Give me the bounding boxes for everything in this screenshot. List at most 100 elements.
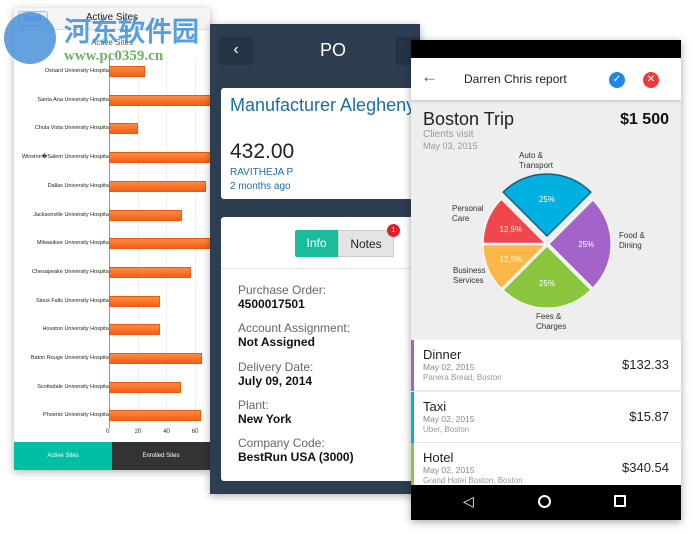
back-arrow-icon[interactable]: ← — [421, 67, 438, 87]
slice-value-label: 25% — [578, 240, 594, 249]
slice-value-label: 25% — [539, 279, 555, 288]
category-label: Houston University Hospital — [42, 326, 110, 333]
trip-total: $1 500 — [620, 111, 669, 128]
nav-home-icon[interactable] — [538, 495, 551, 508]
category-color-bar — [411, 391, 414, 443]
slice-category-label: Business Services — [453, 266, 486, 285]
bar — [109, 238, 210, 250]
field-label: Delivery Date: — [238, 359, 314, 374]
watermark: 河东软件园 www.pc0359.cn — [4, 8, 204, 68]
category-color-bar — [411, 443, 414, 485]
field-value: July 09, 2014 — [238, 373, 313, 388]
category-label: Sioux Falls University Hospital — [36, 297, 110, 304]
bar — [109, 295, 161, 307]
expense-name: Hotel — [423, 450, 454, 465]
x-tick-label: 20 — [134, 429, 142, 435]
bar — [109, 410, 201, 422]
field-label: Plant: — [238, 397, 269, 412]
slice-value-label: 25% — [539, 195, 555, 204]
slice-category-label: Auto & Transport — [519, 151, 553, 170]
category-label: Chula Vista University Hospital — [34, 125, 110, 132]
po-user: RAVITHEJA P — [230, 167, 294, 178]
nav-bar: ◁ — [411, 485, 681, 520]
expense-list: Dinner May 02, 2015 Panera Bread, Boston $1… — [411, 340, 681, 485]
notes-badge: 1 — [387, 224, 400, 237]
expense-place: Grand Hotel Boston, Boston — [423, 476, 523, 485]
expense-place: Uber, Boston — [423, 424, 470, 434]
report-title: Darren Chris report — [464, 72, 567, 86]
approve-check-icon[interactable]: ✓ — [609, 72, 625, 88]
reject-x-icon[interactable]: ✕ — [643, 72, 659, 88]
active-sites-screen: Active Sites Back Active Sites 0204060Ox… — [14, 8, 210, 470]
app-bar: ← Darren Chris report ✓ ✕ — [411, 58, 681, 100]
expense-amount: $15.87 — [629, 408, 669, 424]
x-tick-label: 60 — [191, 429, 199, 435]
divider — [221, 268, 420, 269]
trip-name: Boston Trip — [423, 109, 515, 129]
field-label: Account Assignment: — [238, 321, 351, 336]
tab-notes[interactable]: Notes — [338, 230, 394, 257]
bar — [109, 180, 207, 192]
slice-value-label: 12,5% — [499, 225, 522, 234]
po-details-card: Info Notes 1 Purchase Order: 4500017501 Ac… — [221, 217, 420, 481]
status-bar — [411, 40, 681, 58]
category-label: Chesapeake University Hospital — [32, 268, 110, 275]
expense-report-screen: ← Darren Chris report ✓ ✕ Boston Trip $1… — [411, 40, 681, 520]
trip-subtitle: Clients visit — [423, 129, 474, 140]
category-label: Dallas University Hospital — [47, 182, 110, 189]
category-color-bar — [411, 340, 414, 391]
tab-active-sites[interactable]: Active Sites — [14, 442, 112, 470]
field-label: Purchase Order: — [238, 283, 327, 297]
bottom-tabs: Active Sites Enrolled Sites — [14, 442, 210, 470]
expense-date: May 02, 2015 — [423, 362, 475, 372]
expense-item[interactable]: Dinner May 02, 2015 Panera Bread, Boston $1… — [411, 340, 681, 391]
watermark-name: 河东软件园 — [64, 17, 199, 47]
field-value: Not Assigned — [238, 335, 315, 350]
expense-item[interactable]: Taxi May 02, 2015 Uber, Boston $15.87 — [411, 391, 681, 443]
category-label: Baton Rouge University Hospital — [30, 355, 110, 361]
expense-name: Taxi — [423, 398, 447, 414]
tab-enrolled-sites[interactable]: Enrolled Sites — [112, 442, 210, 470]
tab-info[interactable]: Info — [295, 230, 338, 257]
field-value: New York — [238, 411, 292, 426]
slice-category-label: Personal Care — [452, 204, 484, 223]
category-label: Scottsdale University Hospital — [37, 383, 110, 390]
category-label: Santa Ana University Hospital — [37, 96, 110, 103]
field-value: BestRun USA (3000) — [238, 450, 354, 465]
category-label: Oxnard University Hospital — [44, 68, 110, 74]
category-label: Winston�Salem University Hospital — [21, 154, 110, 161]
bar — [109, 324, 161, 336]
nav-recents-icon[interactable] — [614, 495, 626, 507]
po-time: 2 months ago — [230, 181, 291, 192]
expense-item[interactable]: Hotel May 02, 2015 Grand Hotel Boston, Bos… — [411, 443, 681, 485]
bar — [109, 152, 210, 164]
po-amount: 432.00 — [230, 140, 295, 163]
x-tick-label: 40 — [163, 429, 170, 435]
bar — [109, 123, 138, 135]
field-label: Company Code: — [238, 436, 325, 451]
expense-amount: $132.33 — [622, 357, 669, 372]
bar — [109, 209, 182, 221]
slice-category-label: Fees & Charges — [536, 312, 567, 331]
back-button[interactable]: ‹ — [218, 37, 254, 65]
screen-title: PO — [320, 40, 347, 60]
category-label: Phoenix University Hospital — [43, 412, 110, 419]
category-label: Jacksonville University Hospital — [33, 211, 110, 218]
expense-amount: $340.54 — [622, 460, 669, 475]
expense-place: Panera Bread, Boston — [423, 373, 502, 382]
expense-name: Dinner — [423, 347, 462, 362]
po-screen: ‹ PO Manufacturer Alegheny Ludlum Steel … — [210, 24, 420, 494]
x-tick-label: 0 — [106, 429, 110, 435]
slice-value-label: 12,5% — [499, 255, 522, 264]
watermark-logo-icon — [4, 12, 56, 64]
bar — [109, 353, 202, 364]
vendor-name: Manufacturer Alegheny Ludlum Steel — [230, 95, 420, 115]
po-summary-card: Manufacturer Alegheny Ludlum Steel 432.0… — [221, 88, 420, 199]
field-value: 4500017501 — [238, 297, 305, 311]
expense-date: May 02, 2015 — [423, 413, 475, 424]
bar — [109, 266, 191, 278]
category-label: Milwaukee University Hospital — [36, 240, 110, 247]
nav-back-icon[interactable]: ◁ — [463, 493, 474, 510]
bar — [109, 94, 210, 106]
slice-category-label: Food & Dining — [619, 231, 645, 250]
